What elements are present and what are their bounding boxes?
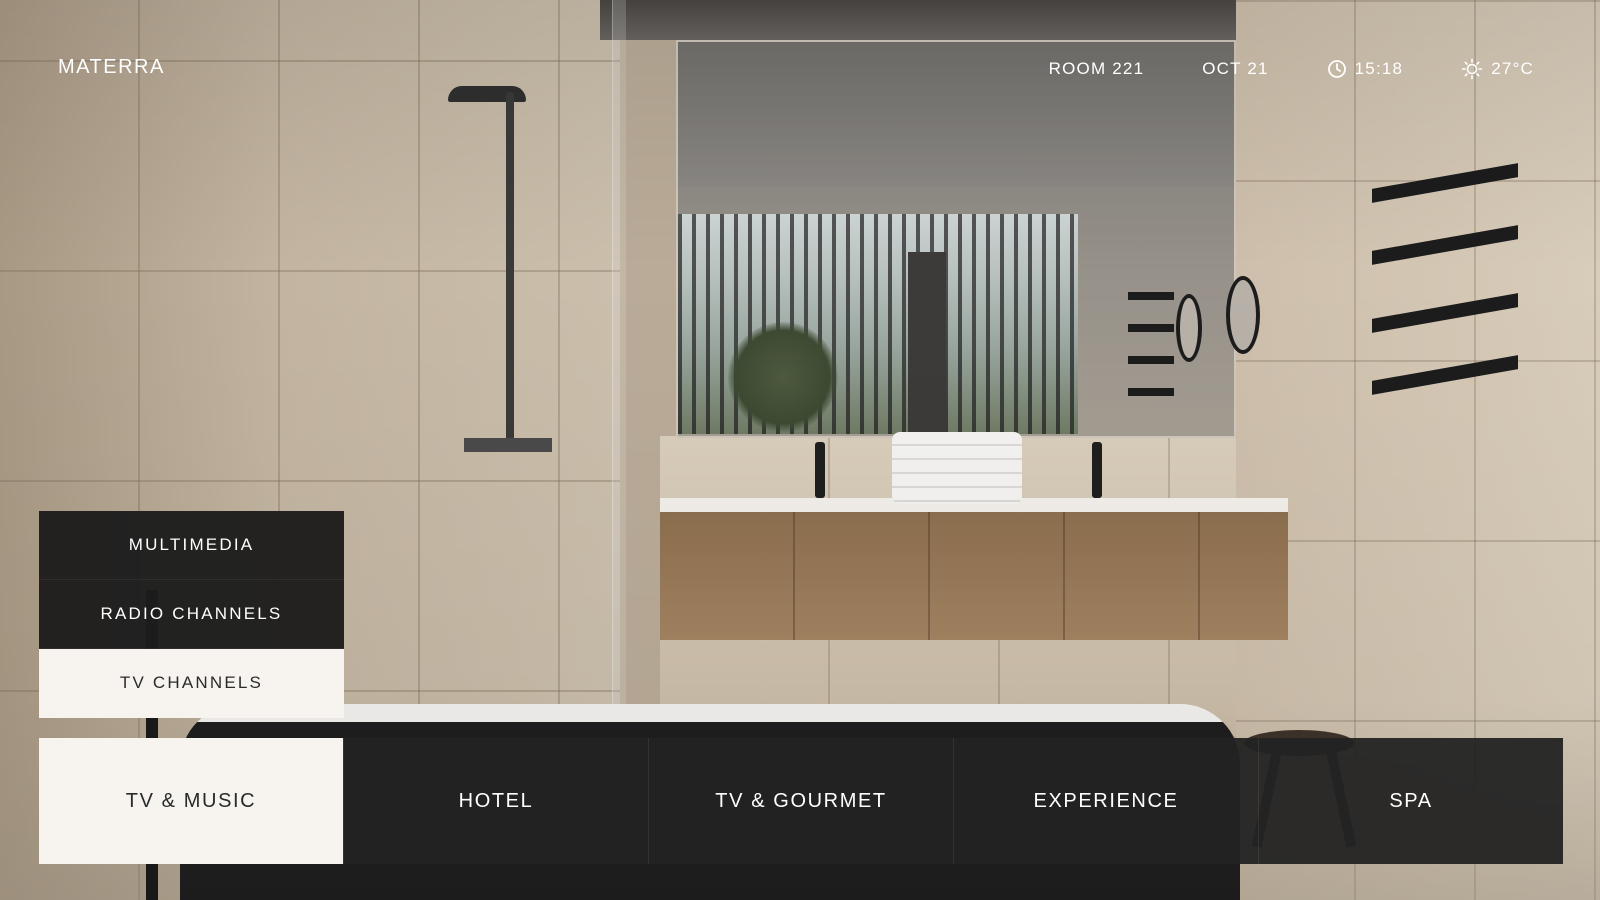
nav-item-spa[interactable]: SPA xyxy=(1258,738,1563,864)
status-bar: ROOM 221 OCT 21 15:18 27°C xyxy=(1049,58,1534,80)
submenu: MULTIMEDIA RADIO CHANNELS TV CHANNELS xyxy=(39,511,344,718)
current-time: 15:18 xyxy=(1327,59,1404,79)
submenu-item-multimedia[interactable]: MULTIMEDIA xyxy=(39,511,344,580)
nav-item-hotel[interactable]: HOTEL xyxy=(343,738,648,864)
weather: 27°C xyxy=(1461,58,1534,80)
current-date-label: OCT 21 xyxy=(1202,59,1269,78)
temperature-label: 27°C xyxy=(1491,59,1534,78)
clock-icon xyxy=(1327,59,1347,79)
nav-item-tv-music[interactable]: TV & MUSIC xyxy=(39,738,343,864)
submenu-item-radio-channels[interactable]: RADIO CHANNELS xyxy=(39,580,344,649)
room-number: ROOM 221 xyxy=(1049,59,1145,79)
submenu-item-tv-channels[interactable]: TV CHANNELS xyxy=(39,649,344,718)
main-nav: TV & MUSIC HOTEL TV & GOURMET EXPERIENCE… xyxy=(39,738,1563,864)
sun-icon xyxy=(1461,58,1483,80)
nav-item-experience[interactable]: EXPERIENCE xyxy=(953,738,1258,864)
current-time-label: 15:18 xyxy=(1354,59,1404,78)
room-number-label: ROOM 221 xyxy=(1048,59,1145,78)
brand-logo-text: MATERRA xyxy=(58,56,165,78)
hotel-tv-screen: MATERRA ROOM 221 OCT 21 15:18 27°C MULTI… xyxy=(0,0,1600,900)
nav-item-tv-gourmet[interactable]: TV & GOURMET xyxy=(648,738,953,864)
current-date: OCT 21 xyxy=(1202,59,1268,79)
